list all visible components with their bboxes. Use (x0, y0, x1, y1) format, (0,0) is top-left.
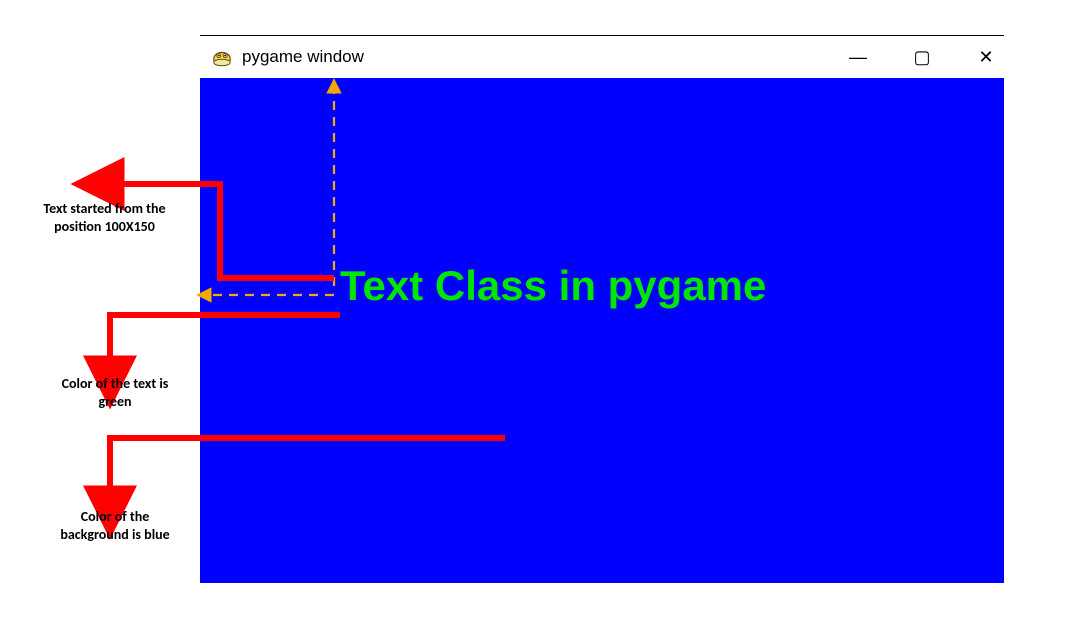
annot-position-label: Text started from theposition 100X150 (22, 200, 187, 235)
minimize-button[interactable]: — (846, 47, 870, 68)
pygame-snake-icon (210, 45, 234, 69)
annot-textcolor-label: Color of the text isgreen (45, 375, 185, 410)
annot-bgcolor-label: Color of thebackground is blue (50, 508, 180, 543)
pygame-window: pygame window — ▢ ✕ Text Class in pygame (200, 36, 1004, 583)
game-canvas: Text Class in pygame (200, 78, 1004, 583)
close-button[interactable]: ✕ (974, 47, 998, 68)
window-title: pygame window (242, 47, 364, 67)
rendered-text: Text Class in pygame (340, 262, 766, 310)
maximize-button[interactable]: ▢ (910, 47, 934, 68)
titlebar: pygame window — ▢ ✕ (200, 36, 1004, 78)
